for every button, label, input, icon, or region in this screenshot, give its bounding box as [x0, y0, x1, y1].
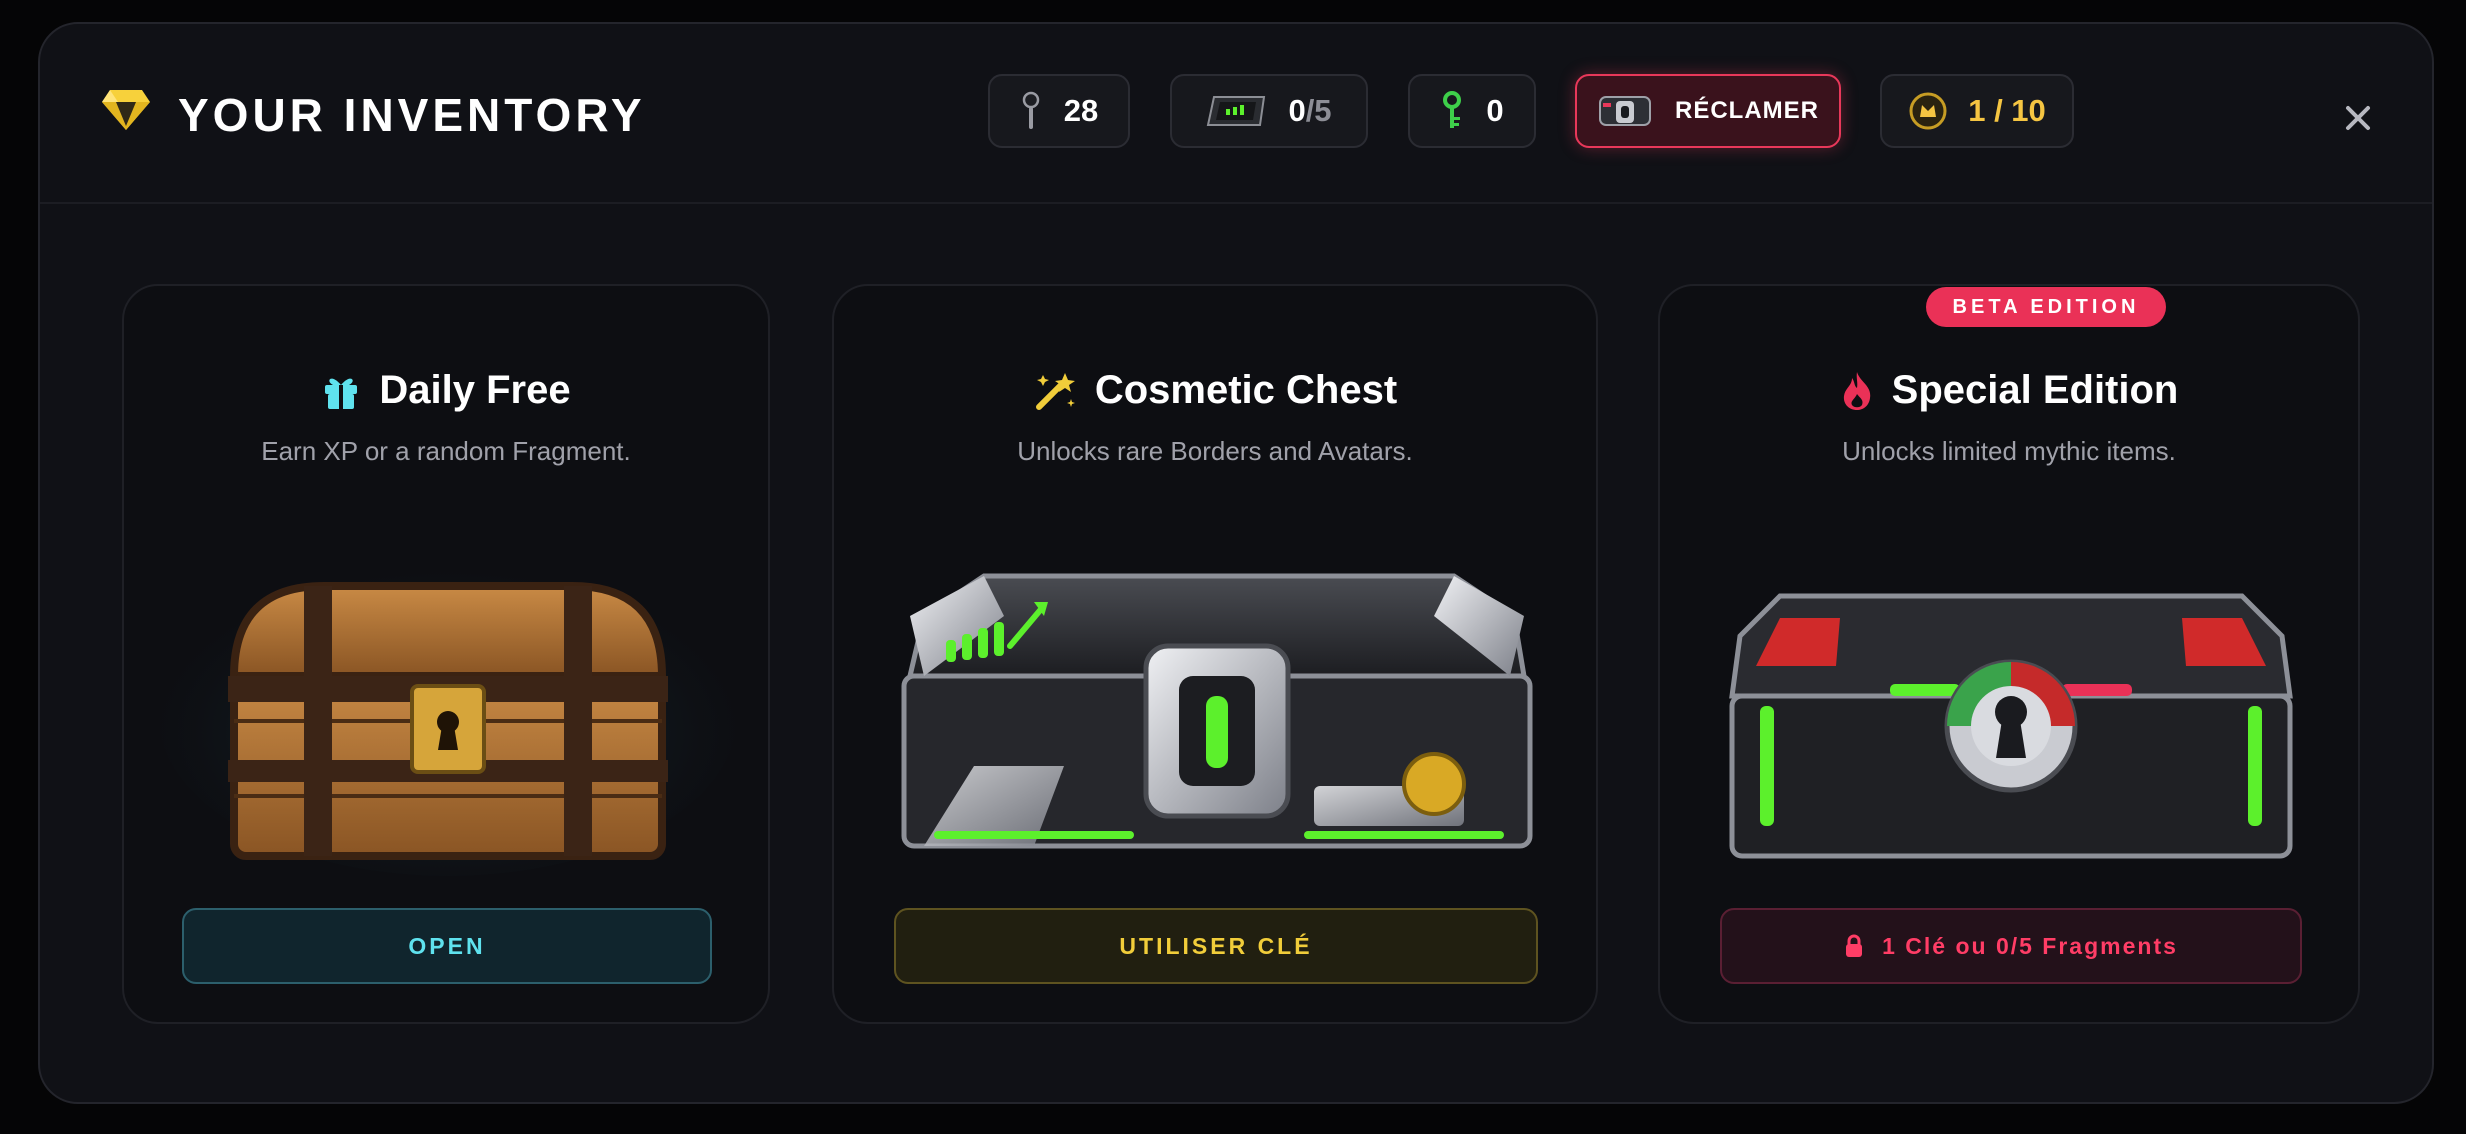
gift-icon [325, 378, 358, 409]
key-counter: 0 [1408, 74, 1536, 148]
chest-icon [1599, 96, 1651, 126]
beta-edition-badge: BETA EDITION [1926, 287, 2166, 327]
claim-label: RÉCLAMER [1675, 97, 1819, 124]
claim-button[interactable]: RÉCLAMER [1575, 74, 1841, 148]
card-title: Special Edition [1660, 368, 2358, 413]
fragments-total: /5 [1305, 93, 1332, 128]
cosmetic-chest-card: Cosmetic Chest Unlocks rare Borders and … [832, 284, 1598, 1024]
wooden-chest-image [158, 556, 738, 876]
card-subtitle: Unlocks rare Borders and Avatars. [1017, 436, 1413, 466]
gem-icon [102, 90, 150, 130]
unlock-requirement-label: 1 Clé ou 0/5 Fragments [1882, 932, 2178, 959]
card-title-text: Daily Free [379, 368, 571, 412]
use-key-button-label: UTILISER CLÉ [1119, 932, 1313, 959]
steel-red-chest-image [1729, 593, 2293, 859]
key-icon [1443, 91, 1462, 128]
unlock-requirement-button[interactable]: 1 Clé ou 0/5 Fragments [1720, 908, 2302, 984]
pin-count: 28 [1063, 93, 1099, 128]
key-count: 0 [1486, 93, 1504, 128]
magic-wand-icon [1035, 372, 1075, 410]
flame-icon [1843, 371, 1870, 410]
fragment-icon [1207, 96, 1266, 126]
card-title: Cosmetic Chest [834, 368, 1596, 413]
card-subtitle: Earn XP or a random Fragment. [261, 436, 631, 466]
special-edition-card: Special Edition Unlocks limited mythic i… [1658, 284, 2360, 1024]
open-button-label: OPEN [408, 932, 486, 959]
level-counter: 1 / 10 [1880, 74, 2074, 148]
card-title: Daily Free [124, 368, 768, 413]
daily-free-card: Daily Free Earn XP or a random Fragment. [122, 284, 770, 1024]
use-key-button[interactable]: UTILISER CLÉ [894, 908, 1538, 984]
close-icon[interactable] [2338, 98, 2378, 138]
open-button[interactable]: OPEN [182, 908, 712, 984]
fragments-have: 0 [1288, 93, 1306, 128]
card-subtitle: Unlocks limited mythic items. [1842, 436, 2176, 466]
card-title-text: Cosmetic Chest [1094, 368, 1398, 412]
fragment-counter: 0/5 [1170, 74, 1368, 148]
pin-icon [1022, 91, 1039, 129]
inventory-header: YOUR INVENTORY 28 0/5 0 RÉCLAMER 1 / 10 [40, 24, 2432, 204]
pin-counter: 28 [988, 74, 1130, 148]
lock-icon [1846, 934, 1863, 957]
inventory-modal: YOUR INVENTORY 28 0/5 0 RÉCLAMER 1 / 10 … [38, 22, 2434, 1104]
card-title-text: Special Edition [1891, 368, 2179, 412]
steel-green-chest-image [901, 573, 1533, 849]
level-badge-icon [1909, 92, 1947, 130]
page-title: YOUR INVENTORY [178, 89, 646, 141]
level-value: 1 / 10 [1968, 93, 2046, 128]
